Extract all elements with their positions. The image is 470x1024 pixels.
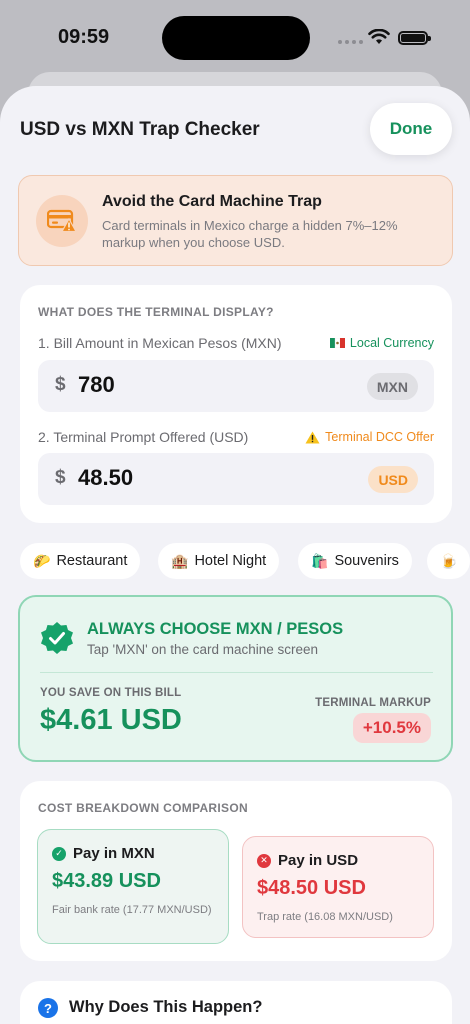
sheet-title: USD vs MXN Trap Checker [20, 119, 260, 140]
preset-chips-row: 🌮 Restaurant 🏨 Hotel Night 🛍️ Souvenirs … [20, 543, 470, 579]
pay-in-mxn-rate-note: Fair bank rate (17.77 MXN/USD) [52, 904, 212, 916]
taco-icon: 🌮 [33, 552, 51, 569]
recommendation-card: ALWAYS CHOOSE MXN / PESOS Tap 'MXN' on t… [18, 595, 453, 762]
done-button[interactable]: Done [370, 103, 452, 155]
recommendation-title: ALWAYS CHOOSE MXN / PESOS [87, 620, 344, 638]
savings-amount: $4.61 USD [40, 704, 182, 736]
warning-banner: Avoid the Card Machine Trap Card termina… [18, 175, 453, 266]
bill-dollar-sign: $ [55, 374, 66, 395]
drink-icon: 🍺 [440, 552, 458, 569]
verified-check-badge-icon [41, 622, 73, 654]
preset-chip-label: Restaurant [56, 553, 128, 569]
savings-label: YOU SAVE ON THIS BILL [40, 687, 182, 699]
terminal-input-card: WHAT DOES THE TERMINAL DISPLAY? 1. Bill … [20, 285, 452, 523]
preset-chip-hotel-night[interactable]: 🏨 Hotel Night [158, 543, 280, 579]
card-warning-icon [36, 195, 88, 247]
usd-currency-pill: USD [368, 466, 418, 493]
bill-amount-value[interactable]: 780 [78, 372, 115, 398]
preset-chip-label: Souvenirs [334, 553, 399, 569]
why-title: Why Does This Happen? [69, 998, 263, 1016]
hotel-icon: 🏨 [171, 552, 189, 569]
input-card-heading: WHAT DOES THE TERMINAL DISPLAY? [38, 305, 274, 319]
dynamic-island [162, 16, 310, 60]
pay-in-usd-rate-note: Trap rate (16.08 MXN/USD) [257, 911, 393, 923]
pay-in-usd-header: ✕ Pay in USD [257, 852, 358, 869]
why-does-this-happen-card[interactable]: ? Why Does This Happen? [20, 981, 452, 1024]
trap-checker-sheet: USD vs MXN Trap Checker Done Avoid the C… [0, 86, 470, 1024]
bill-amount-label: 1. Bill Amount in Mexican Pesos (MXN) [38, 335, 282, 351]
preset-chip-label: Hotel Night [194, 553, 267, 569]
mxn-currency-pill: MXN [366, 373, 418, 400]
wifi-icon [368, 29, 390, 44]
cost-breakdown-card: COST BREAKDOWN COMPARISON ✓ Pay in MXN $… [20, 781, 452, 961]
prompt-dollar-sign: $ [55, 467, 66, 488]
preset-chip-restaurant[interactable]: 🌮 Restaurant [20, 543, 141, 579]
warning-title: Avoid the Card Machine Trap [102, 193, 322, 210]
mexico-flag-icon [329, 338, 345, 348]
cost-breakdown-heading: COST BREAKDOWN COMPARISON [38, 801, 248, 815]
dcc-offer-tag-label: Terminal DCC Offer [325, 430, 434, 444]
divider [40, 672, 433, 673]
dcc-offer-tag: Terminal DCC Offer [305, 430, 434, 444]
preset-chip-souvenirs[interactable]: 🛍️ Souvenirs [298, 543, 412, 579]
battery-icon [398, 31, 431, 45]
pay-in-mxn-header: ✓ Pay in MXN [52, 845, 155, 862]
pay-in-usd-amount: $48.50 USD [257, 877, 366, 899]
checkmark-circle-icon: ✓ [52, 846, 66, 861]
recommendation-subtitle: Tap 'MXN' on the card machine screen [87, 642, 319, 657]
terminal-markup-label: TERMINAL MARKUP [315, 697, 431, 709]
terminal-prompt-input[interactable]: $ 48.50 USD [38, 453, 434, 505]
status-bar: 09:59 [0, 0, 470, 70]
terminal-markup-value: +10.5% [352, 713, 431, 743]
pay-in-usd-label: Pay in USD [278, 852, 359, 869]
prompt-amount-value[interactable]: 48.50 [78, 465, 133, 491]
bill-amount-input[interactable]: $ 780 MXN [38, 360, 434, 412]
question-mark-icon: ? [38, 998, 58, 1018]
pay-in-mxn-option[interactable]: ✓ Pay in MXN $43.89 USD Fair bank rate (… [37, 829, 229, 944]
x-circle-icon: ✕ [257, 853, 271, 868]
local-currency-tag-label: Local Currency [349, 336, 434, 350]
pay-in-mxn-label: Pay in MXN [73, 845, 155, 862]
preset-chip-partial[interactable]: 🍺 [427, 543, 470, 579]
cellular-signal-icon [338, 40, 363, 44]
shopping-bags-icon: 🛍️ [311, 552, 329, 569]
pay-in-usd-option[interactable]: ✕ Pay in USD $48.50 USD Trap rate (16.08… [242, 836, 434, 938]
local-currency-tag: Local Currency [329, 336, 434, 350]
terminal-prompt-label: 2. Terminal Prompt Offered (USD) [38, 429, 249, 445]
warning-text: Card terminals in Mexico charge a hidden… [102, 218, 398, 250]
pay-in-mxn-amount: $43.89 USD [52, 870, 161, 892]
warning-triangle-icon [305, 431, 320, 443]
status-time: 09:59 [58, 26, 110, 48]
